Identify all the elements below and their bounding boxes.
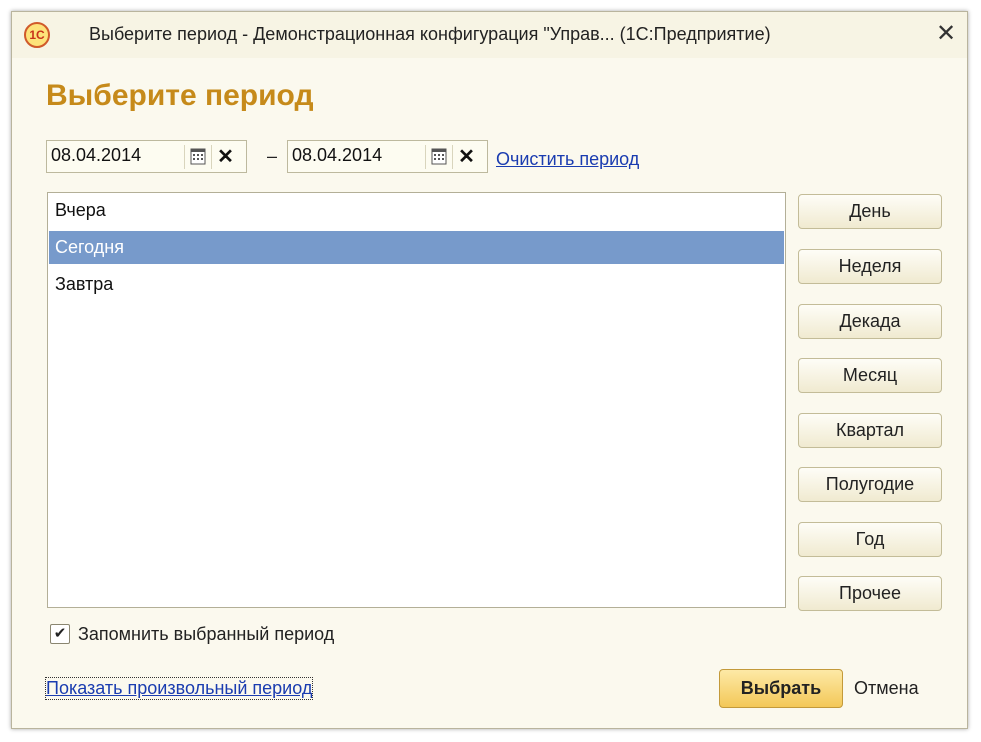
list-item-tomorrow[interactable]: Завтра (49, 268, 784, 301)
date-range-separator: – (267, 146, 278, 166)
clear-date-icon[interactable]: ✕ (452, 145, 480, 169)
decade-button[interactable]: Декада (798, 304, 942, 339)
period-dialog: 1С Выберите период - Демонстрационная ко… (11, 11, 968, 729)
date-to-field[interactable]: 08.04.2014 ✕ (287, 140, 488, 173)
clear-period-link[interactable]: Очистить период (496, 149, 639, 170)
form-title: Выберите период (46, 79, 314, 112)
cancel-button[interactable]: Отмена (854, 678, 919, 699)
month-button[interactable]: Месяц (798, 358, 942, 393)
year-button[interactable]: Год (798, 522, 942, 557)
quarter-button[interactable]: Квартал (798, 413, 942, 448)
close-icon[interactable]: ✕ (932, 20, 960, 48)
show-arbitrary-period-link[interactable]: Показать произвольный период (44, 677, 314, 700)
1c-logo-icon: 1С (24, 22, 50, 48)
clear-date-icon[interactable]: ✕ (211, 145, 239, 169)
window-title: Выберите период - Демонстрационная конфи… (89, 24, 771, 44)
week-button[interactable]: Неделя (798, 249, 942, 284)
list-item-yesterday[interactable]: Вчера (49, 194, 784, 227)
calendar-icon[interactable] (184, 145, 210, 169)
half-year-button[interactable]: Полугодие (798, 467, 942, 502)
list-item-today[interactable]: Сегодня (49, 231, 784, 264)
remember-period-label[interactable]: Запомнить выбранный период (78, 624, 334, 645)
date-from-field[interactable]: 08.04.2014 ✕ (46, 140, 247, 173)
day-button[interactable]: День (798, 194, 942, 229)
date-to-value: 08.04.2014 (292, 145, 383, 165)
other-button[interactable]: Прочее (798, 576, 942, 611)
period-list[interactable]: Вчера Сегодня Завтра (47, 192, 786, 608)
date-from-value: 08.04.2014 (51, 145, 142, 165)
calendar-icon[interactable] (425, 145, 451, 169)
remember-period-checkbox[interactable]: ✔ (50, 624, 70, 644)
title-bar[interactable]: 1С Выберите период - Демонстрационная ко… (12, 12, 967, 58)
select-button[interactable]: Выбрать (719, 669, 843, 708)
